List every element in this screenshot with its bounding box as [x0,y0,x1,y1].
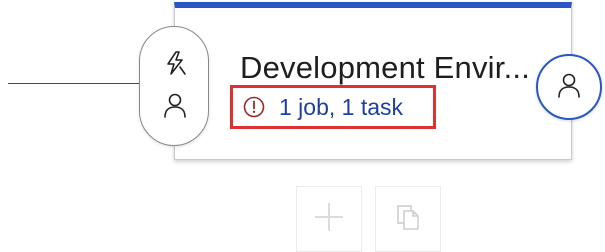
person-icon[interactable] [161,91,189,119]
pre-deployment-conditions[interactable] [139,26,209,146]
warning-circle-icon [243,96,265,118]
post-deployment-approvals-button[interactable] [536,54,602,120]
jobs-tasks-link[interactable]: 1 job, 1 task [230,85,436,129]
clone-stage-button[interactable] [375,186,441,252]
pipeline-connector-line [8,83,142,84]
copy-icon [393,202,423,237]
lightning-bolt-icon[interactable] [161,49,189,77]
stage-name[interactable]: Development Envir... [240,50,530,86]
jobs-summary-text: 1 job, 1 task [279,93,404,120]
plus-icon [313,201,345,238]
release-pipeline-canvas: Development Envir... 1 job, 1 task [0,0,605,252]
person-icon [555,71,583,104]
add-stage-button[interactable] [296,186,362,252]
